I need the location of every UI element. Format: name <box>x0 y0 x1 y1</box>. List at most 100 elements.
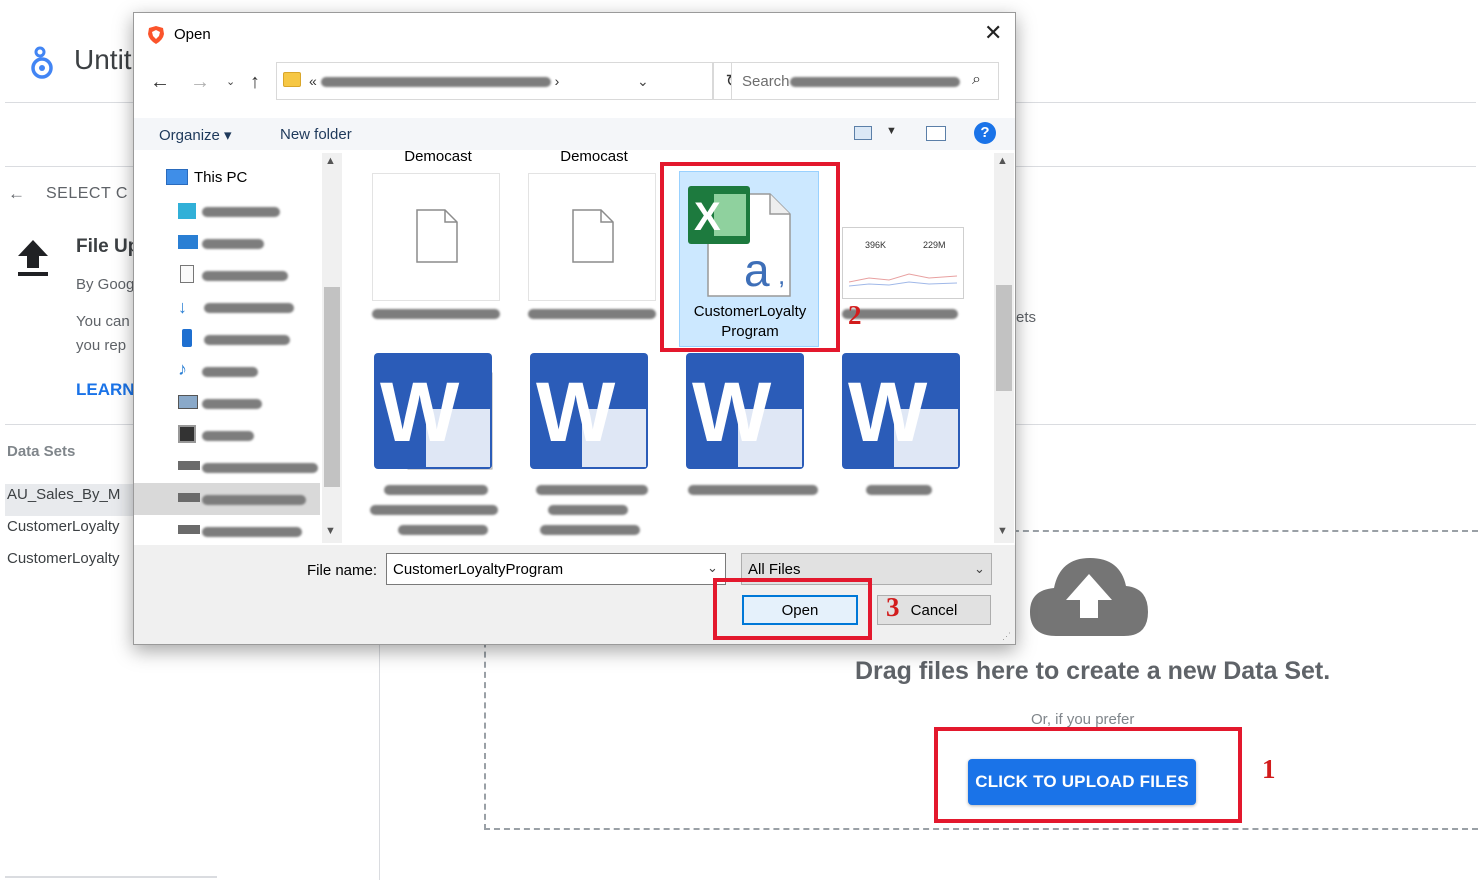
dataset-item[interactable]: CustomerLoyalty <box>7 518 120 535</box>
highlight-box-step2 <box>660 162 840 352</box>
file-label: Democast <box>560 148 628 165</box>
forward-arrow-icon[interactable]: → <box>190 71 210 94</box>
thumb-stat: 229M <box>923 240 946 250</box>
connector-description-line: You can <box>76 313 130 330</box>
this-pc-icon <box>166 169 188 185</box>
drive-icon <box>178 525 200 534</box>
tree-item-blurred[interactable] <box>202 495 306 505</box>
view-icon[interactable] <box>854 126 872 140</box>
music-icon: ♪ <box>178 359 187 379</box>
svg-text:W: W <box>380 365 460 459</box>
dialog-toolbar: Organize ▾ New folder ▼ ? <box>134 118 1015 150</box>
tree-item-blurred[interactable] <box>202 207 280 217</box>
tree-item-blurred[interactable] <box>202 527 302 537</box>
address-path: « › <box>309 73 559 89</box>
file-name-blurred <box>372 309 500 319</box>
search-input[interactable]: Search ⌕ <box>731 62 999 100</box>
word-file-icon[interactable]: W <box>684 351 808 478</box>
desktop-icon <box>178 235 198 249</box>
browser-shield-icon <box>147 25 165 50</box>
recent-dropdown-icon[interactable]: ⌄ <box>226 75 235 88</box>
tree-scrollbar-thumb[interactable] <box>324 287 340 487</box>
file-tile[interactable] <box>372 173 500 301</box>
thumb-chart-lines <box>849 273 958 287</box>
new-folder-button[interactable]: New folder <box>280 126 352 143</box>
search-icon: ⌕ <box>972 71 981 88</box>
step-number-3: 3 <box>886 592 900 622</box>
address-prefix: « <box>309 73 317 89</box>
files-scrollbar-thumb[interactable] <box>996 285 1012 391</box>
svg-text:W: W <box>848 365 928 459</box>
phone-icon <box>182 329 192 347</box>
file-type-value: All Files <box>748 561 801 578</box>
tree-item-blurred[interactable] <box>204 303 294 313</box>
upload-icon <box>14 236 52 280</box>
step-number-2: 2 <box>848 300 862 330</box>
word-file-icon[interactable]: W <box>372 351 496 478</box>
blank-file-icon <box>572 209 614 263</box>
tree-item-blurred[interactable] <box>204 335 290 345</box>
dialog-title: Open <box>174 26 211 43</box>
back-arrow-icon[interactable]: ← <box>150 71 170 94</box>
resize-grip-icon[interactable]: ⋰ <box>1002 631 1011 642</box>
tree-item-this-pc[interactable]: This PC <box>194 169 247 186</box>
datasets-header: Data Sets <box>7 443 76 460</box>
divider <box>5 876 217 878</box>
tree-item-blurred[interactable] <box>202 463 318 473</box>
select-connector-label[interactable]: SELECT C <box>46 185 128 203</box>
learn-more-link[interactable]: LEARN <box>76 380 135 400</box>
file-name-input[interactable]: CustomerLoyaltyProgram ⌄ <box>386 553 726 585</box>
file-name-blurred <box>528 309 656 319</box>
drive-icon <box>178 461 200 470</box>
scroll-down-icon[interactable]: ▼ <box>997 525 1008 537</box>
file-name-blurred <box>370 505 498 515</box>
dashboard-thumbnail[interactable]: 396K 229M <box>842 227 964 299</box>
chevron-down-icon[interactable]: ⌄ <box>637 73 649 90</box>
file-name-blurred <box>548 505 628 515</box>
tree-item-blurred[interactable] <box>202 431 254 441</box>
3d-objects-icon <box>178 203 196 219</box>
word-file-icon[interactable]: W <box>840 351 964 478</box>
thumb-stat: 396K <box>865 240 887 250</box>
file-name-blurred <box>398 525 488 535</box>
file-name-blurred <box>536 485 648 495</box>
word-file-icon[interactable]: W <box>528 351 652 478</box>
address-bar[interactable]: « › ⌄ <box>276 62 714 100</box>
blank-file-icon <box>416 209 458 263</box>
view-dropdown-icon[interactable]: ▼ <box>886 125 897 137</box>
chevron-down-icon[interactable]: ⌄ <box>707 560 718 576</box>
pictures-icon <box>178 395 198 409</box>
help-icon[interactable]: ? <box>974 122 996 144</box>
file-name-blurred <box>688 485 818 495</box>
search-placeholder-text: Search <box>742 73 790 90</box>
looker-studio-logo-icon <box>28 44 56 80</box>
file-name-blurred <box>540 525 640 535</box>
preview-pane-icon[interactable] <box>926 126 946 141</box>
organize-menu[interactable]: Organize ▾ <box>159 126 232 144</box>
scroll-up-icon[interactable]: ▲ <box>997 155 1008 167</box>
connector-description: You can you rep <box>76 310 130 358</box>
dataset-item[interactable]: AU_Sales_By_M <box>7 486 120 503</box>
tree-item-blurred[interactable] <box>202 367 258 377</box>
back-arrow-icon[interactable]: ← <box>8 184 25 204</box>
up-arrow-icon[interactable]: ↑ <box>250 71 260 94</box>
close-icon[interactable]: ✕ <box>984 21 1002 45</box>
search-placeholder: Search <box>742 73 960 90</box>
blurred-search <box>789 77 960 88</box>
file-tile[interactable] <box>528 173 656 301</box>
tree-item-blurred[interactable] <box>202 239 264 249</box>
tree-item-blurred[interactable] <box>202 271 288 281</box>
documents-icon <box>180 265 194 283</box>
dataset-item[interactable]: CustomerLoyalty <box>7 550 120 567</box>
videos-icon <box>178 425 196 443</box>
report-title[interactable]: Untit <box>74 44 132 76</box>
step-number-1: 1 <box>1262 754 1276 784</box>
scroll-up-icon[interactable]: ▲ <box>325 155 336 167</box>
svg-text:W: W <box>536 365 616 459</box>
drive-icon <box>178 493 200 502</box>
tree-item-blurred[interactable] <box>202 399 262 409</box>
folder-icon <box>283 72 301 87</box>
scroll-down-icon[interactable]: ▼ <box>325 525 336 537</box>
connector-description-line: you rep <box>76 337 127 354</box>
description-fragment: ets <box>1016 309 1037 326</box>
